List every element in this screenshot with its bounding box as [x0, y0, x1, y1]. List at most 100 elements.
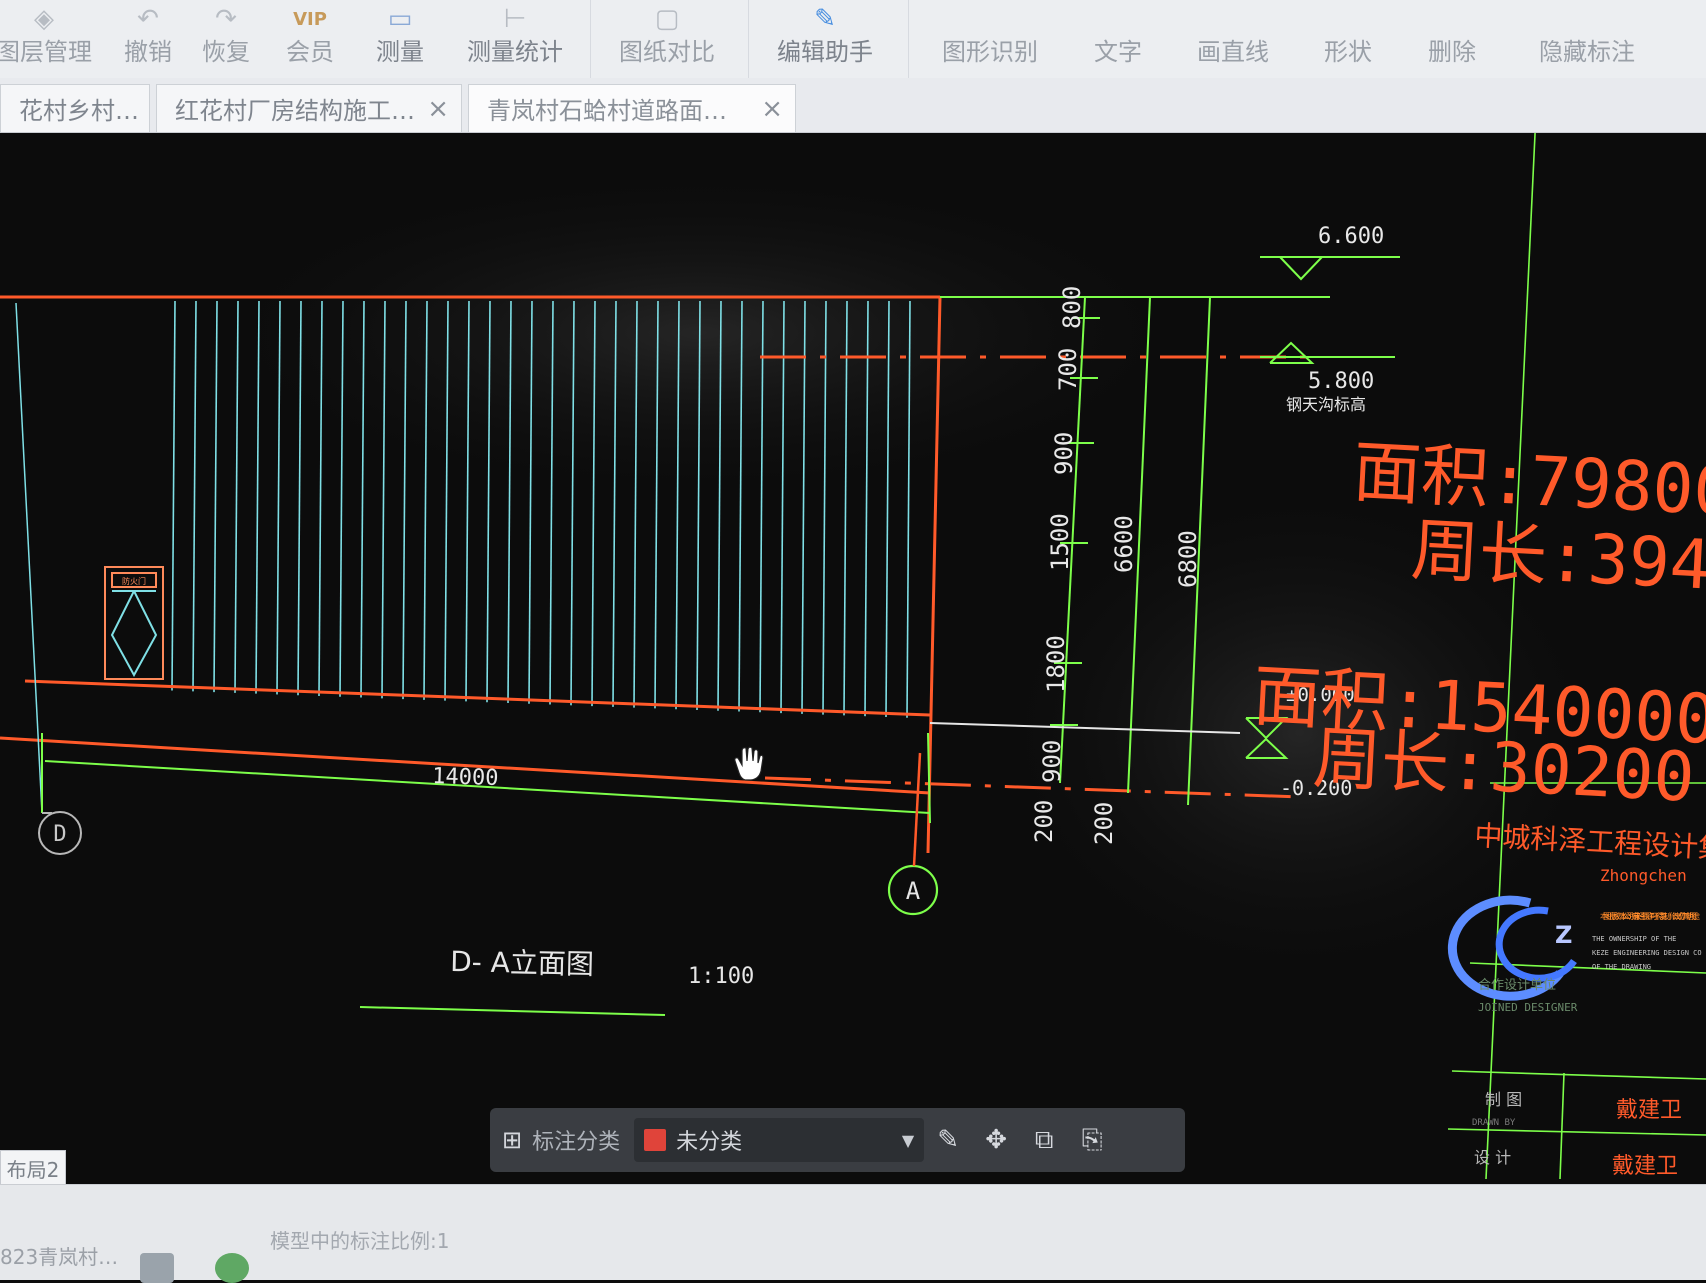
category-value: 未分类	[676, 1130, 743, 1155]
layout-tab-label: 布局2	[6, 1157, 60, 1182]
measure-stats-icon: ⊢	[503, 4, 527, 34]
hide-annotation-icon	[1572, 6, 1602, 32]
tab-document-3-active[interactable]: 青岚村石蛤村道路面… ×	[468, 84, 796, 132]
measure-button[interactable]: ▭ 测量	[370, 4, 430, 74]
chevron-down-icon: ▼	[901, 1130, 915, 1150]
close-icon[interactable]: ×	[139, 94, 149, 124]
compare-icon: ▢	[654, 4, 680, 34]
toolbar-divider	[590, 0, 591, 78]
layers-icon: ◈	[34, 4, 54, 34]
frame-line	[1447, 1128, 1706, 1136]
tab-label: 花村乡村…	[19, 97, 139, 125]
drawing-title: D- A立面图	[450, 945, 594, 981]
vip-icon: VIP	[293, 8, 327, 30]
logo-text: Zhongchen	[1600, 866, 1687, 885]
layer-manager-button[interactable]: ◈ 图层管理	[0, 4, 92, 74]
drawing-scale: 1:100	[688, 964, 754, 989]
vip-button[interactable]: VIP 会员	[280, 4, 340, 74]
status-bar: 模型中的标注比例:1 823青岚村…	[0, 1184, 1706, 1283]
elevation-gutter-note: 钢天沟标高	[1286, 395, 1366, 414]
redo-button[interactable]: ↷ 恢复	[196, 4, 256, 74]
plinth-top-line	[24, 679, 931, 717]
draw-line-label: 画直线	[1197, 38, 1269, 66]
text-label: 文字	[1094, 38, 1142, 66]
category-dropdown[interactable]: 未分类 ▼	[634, 1118, 925, 1162]
drawn-by-label: 制 图	[1485, 1090, 1522, 1109]
cad-drawing[interactable]: 防火门 800 700 900 1500 1800 900 6600 6800 …	[0, 133, 1706, 1179]
undo-button[interactable]: ↶ 撤销	[118, 4, 178, 74]
drawing-compare-button[interactable]: ▢ 图纸对比	[612, 4, 722, 74]
toolbar-divider	[908, 0, 909, 78]
title-underline	[359, 1006, 666, 1016]
shape-recognition-icon	[975, 6, 1005, 32]
annotation-scale-text: 模型中的标注比例:1	[270, 1229, 450, 1253]
shape-button[interactable]: 形状	[1318, 4, 1378, 74]
design-label: 设 计	[1474, 1148, 1511, 1167]
dim-text: 700	[1054, 348, 1082, 391]
move-icon[interactable]: ✥	[972, 1118, 1020, 1162]
copy-icon[interactable]: ⧉	[1020, 1118, 1068, 1162]
tab-document-2[interactable]: 红花村厂房结构施工… ×	[156, 84, 462, 132]
dim-14000-text: 14000	[432, 764, 499, 791]
axis-label-d: D	[53, 822, 66, 847]
pan-cursor-icon	[734, 746, 764, 781]
measure-stats-label: 测量统计	[467, 38, 563, 66]
tab-document-1[interactable]: 花村乡村… ×	[0, 84, 150, 132]
shape-icon	[1333, 6, 1363, 32]
edit-assistant-button[interactable]: ✎ 编辑助手	[770, 4, 880, 74]
drawing-canvas[interactable]: 防火门 800 700 900 1500 1800 900 6600 6800 …	[0, 133, 1706, 1179]
undo-icon: ↶	[137, 4, 159, 34]
dim-total-text: 6800	[1174, 530, 1202, 588]
tab-label: 青岚村石蛤村道路面…	[487, 97, 727, 125]
logo-mark: Z	[1555, 921, 1572, 949]
copyright-notice: 本图纸版权归本公司所有,未经书面许可不得复制、修改或作其他用途	[1600, 911, 1700, 921]
door-diamond	[110, 590, 158, 678]
dim-text: 1800	[1042, 635, 1070, 693]
dim-text: 800	[1058, 286, 1086, 329]
notice-line: OF THE DRAWING	[1592, 963, 1651, 971]
axis-label-a: A	[906, 877, 921, 905]
wall-left-edge	[15, 302, 43, 814]
ruler-icon: ▭	[387, 4, 413, 34]
layout-tab[interactable]: 布局2	[0, 1150, 66, 1186]
hide-annotation-label: 隐藏标注	[1539, 38, 1635, 66]
joint-design-label: 合作设计单位	[1478, 978, 1556, 993]
undo-label: 撤销	[124, 38, 172, 66]
edit-assistant-icon: ✎	[814, 4, 836, 34]
shape-recognition-label: 图形识别	[942, 38, 1038, 66]
shape-label: 形状	[1324, 38, 1372, 66]
line-icon	[1218, 6, 1248, 32]
dim-text: 200	[1030, 800, 1058, 843]
edit-assistant-label: 编辑助手	[777, 38, 873, 66]
elevation-triangle-top	[1279, 256, 1325, 281]
copyright-notice-en: THE OWNERSHIP OF THE KEZE ENGINEERING DE…	[1592, 935, 1702, 971]
edit-annotation-icon[interactable]: ✎	[924, 1118, 972, 1162]
frame-line	[1559, 1072, 1565, 1179]
annotation-category-group[interactable]: ⊞ 标注分类	[502, 1124, 620, 1156]
measure-perimeter-1: 周长:394	[1409, 511, 1706, 606]
shape-recognition-button[interactable]: 图形识别	[935, 4, 1045, 74]
hide-annotation-button[interactable]: 隐藏标注	[1528, 4, 1646, 74]
close-icon[interactable]: ×	[417, 94, 449, 124]
axis-leader-a	[912, 752, 922, 867]
paste-icon[interactable]: ⎘	[1068, 1118, 1116, 1162]
redo-label: 恢复	[202, 38, 250, 66]
tab-label: 红花村厂房结构施工…	[175, 97, 415, 125]
delete-label: 删除	[1428, 38, 1476, 66]
draw-line-button[interactable]: 画直线	[1188, 4, 1278, 74]
elevation-top-text: 6.600	[1318, 224, 1384, 249]
text-button[interactable]: 文字	[1088, 4, 1148, 74]
notice-line: THE OWNERSHIP OF THE	[1592, 935, 1676, 943]
dim-total-text: 6600	[1110, 515, 1138, 573]
design-value: 戴建卫	[1612, 1154, 1678, 1179]
taskbar-file-label[interactable]: 823青岚村…	[0, 1241, 118, 1270]
delete-button[interactable]: 删除	[1422, 4, 1482, 74]
text-icon	[1103, 6, 1133, 32]
measure-stats-button[interactable]: ⊢ 测量统计	[460, 4, 570, 74]
dim-text: 900	[1050, 432, 1078, 475]
category-color-swatch	[644, 1129, 667, 1151]
elevation-triangle-gutter	[1269, 341, 1315, 364]
door-label: 防火门	[122, 576, 146, 586]
category-label: 标注分类	[532, 1130, 621, 1155]
close-icon[interactable]: ×	[751, 94, 783, 124]
